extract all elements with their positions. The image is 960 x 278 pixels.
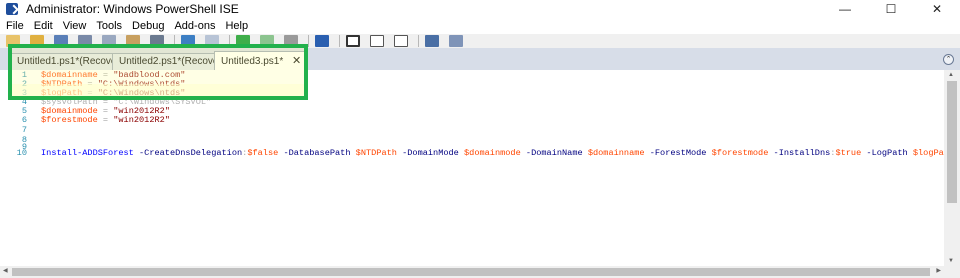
menu-tools[interactable]: Tools [91,20,127,32]
window-controls: — ☐ ✕ [822,0,960,18]
toolbar-separator [339,35,340,47]
code-token: -CreateDnsDelegation [139,148,243,158]
code-token: $forestmode [711,148,769,158]
code-token: -InstallDns [773,148,831,158]
code-token: -DomainName [525,148,583,158]
line-number: 6 [21,115,27,125]
code-token: $domainmode [464,148,521,158]
script-pane-right-icon[interactable] [370,35,384,47]
title-bar: Administrator: Windows PowerShell ISE — … [0,0,960,18]
code-token: $NTDPath [355,148,397,158]
scrollbar-corner [944,266,960,278]
code-token: $true [835,148,862,158]
code-token: Install-ADDSForest [41,148,134,158]
code-token: $forestmode [41,115,98,125]
horizontal-scroll-thumb[interactable] [12,268,930,276]
toolbar-separator [418,35,419,47]
script-pane-top-icon[interactable] [346,35,360,47]
menu-file[interactable]: File [0,20,29,32]
maximize-button[interactable]: ☐ [868,0,914,18]
code-token: -DatabasePath [283,148,351,158]
script-pane-maximized-icon[interactable] [394,35,408,47]
menu-edit[interactable]: Edit [29,20,58,32]
code-text: Install-ADDSForest -CreateDnsDelegation:… [41,149,944,158]
code-token: -LogPath [866,148,908,158]
code-line-7[interactable]: 7 [0,126,944,135]
green-highlight-box [8,44,308,100]
code-token: $logPath [912,148,944,158]
menu-add-ons[interactable]: Add-ons [169,20,220,32]
powershell-icon [6,3,18,15]
code-text: $forestmode = "win2012R2" [41,116,170,125]
scroll-down-icon[interactable]: ▼ [948,258,954,264]
close-button[interactable]: ✕ [914,0,960,18]
menu-debug[interactable]: Debug [127,20,169,32]
scroll-right-icon[interactable]: ▶ [936,267,941,274]
line-number: 10 [16,148,27,158]
line-number: 7 [21,125,27,135]
window-title: Administrator: Windows PowerShell ISE [26,2,239,16]
menu-bar: File Edit View Tools Debug Add-ons Help [0,18,960,34]
vertical-scroll-thumb[interactable] [947,81,957,203]
toolbar-separator [308,35,309,47]
menu-view[interactable]: View [58,20,92,32]
code-token: -DomainMode [402,148,459,158]
code-token: -ForestMode [649,148,707,158]
code-token: $false [247,148,279,158]
collapse-script-pane-icon[interactable]: ⌃ [943,54,954,65]
code-token: $domainname [587,148,645,158]
minimize-button[interactable]: — [822,0,868,18]
code-token: = [97,115,114,125]
code-token: "win2012R2" [113,115,170,125]
code-line-6[interactable]: 6 $forestmode = "win2012R2" [0,116,944,125]
menu-help[interactable]: Help [220,20,253,32]
horizontal-scrollbar[interactable]: ◀ ▶ [0,266,944,278]
show-addons-icon[interactable] [449,35,463,47]
vertical-scrollbar[interactable]: ▲ ▼ [944,70,960,266]
scroll-up-icon[interactable]: ▲ [948,72,954,78]
scroll-left-icon[interactable]: ◀ [3,267,8,274]
remote-powershell-icon[interactable] [315,35,329,47]
code-line-10[interactable]: 10 Install-ADDSForest -CreateDnsDelegatio… [0,149,944,158]
show-commands-icon[interactable] [425,35,439,47]
